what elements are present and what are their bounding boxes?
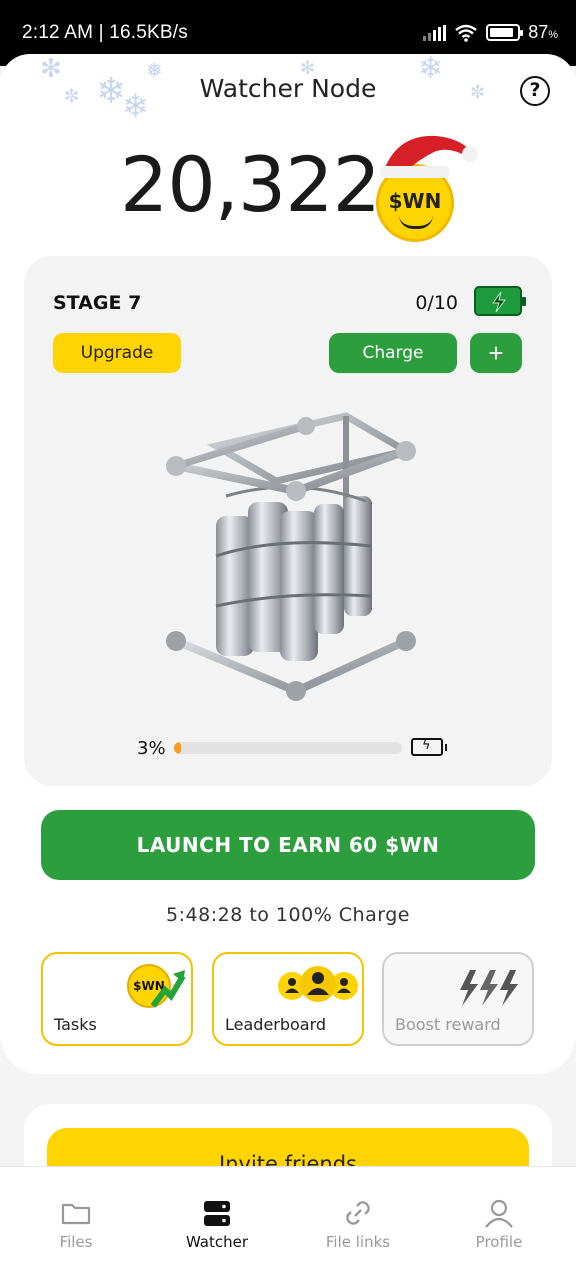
santa-hat-icon <box>380 135 478 178</box>
server-icon <box>204 1201 230 1226</box>
nav-files-label: Files <box>59 1233 93 1251</box>
signal-icon <box>423 24 447 41</box>
watcher-sheet: ✻ ❄ ✼ ❅ ❄ ✻ ❄ ✼ Watcher Node ? 20,322 $W… <box>0 54 576 1074</box>
nav-profile-label: Profile <box>475 1233 523 1251</box>
stage-label: STAGE 7 <box>53 292 142 314</box>
lightning-icon <box>460 970 518 1006</box>
boost-reward-label: Boost reward <box>395 1015 501 1034</box>
leaderboard-label: Leaderboard <box>225 1015 327 1034</box>
folder-icon <box>61 1203 91 1225</box>
question-circle-icon[interactable]: ? <box>520 76 550 106</box>
boost-reward-tile[interactable]: Boost reward <box>382 952 534 1046</box>
page-title: Watcher Node <box>199 74 377 103</box>
user-icon <box>485 1199 513 1228</box>
users-group-icon <box>278 966 358 1002</box>
upgrade-button[interactable]: Upgrade <box>53 333 181 373</box>
stage-card: STAGE 7 0/10 Upgrade Charge + 3% ϟ <box>24 256 552 786</box>
battery-percent: 87% <box>528 22 558 42</box>
charge-button[interactable]: Charge <box>329 333 457 373</box>
add-charge-button[interactable]: + <box>470 333 522 373</box>
link-icon <box>346 1201 370 1225</box>
progress-percent: 3% <box>137 738 166 759</box>
nav-watcher-label: Watcher <box>185 1233 249 1251</box>
nav-files[interactable]: Files <box>4 1167 148 1267</box>
nav-file-links-label: File links <box>325 1233 391 1251</box>
balance-amount: 20,322 <box>120 140 381 229</box>
bottom-nav: Files Watcher File links Profile <box>0 1166 576 1280</box>
wifi-icon <box>455 24 477 42</box>
nav-watcher[interactable]: Watcher <box>145 1167 289 1267</box>
node-machine-image <box>166 412 416 701</box>
status-icons: 87% <box>423 22 558 43</box>
leaderboard-tile[interactable]: Leaderboard <box>212 952 364 1046</box>
tasks-label: Tasks <box>54 1015 97 1034</box>
coin-label: $WN <box>388 189 442 213</box>
status-time: 2:12 AM | 16.5KB/s <box>22 22 188 43</box>
battery-bolt-icon: ϟ <box>411 738 447 756</box>
trend-up-icon <box>151 970 186 1008</box>
charge-count: 0/10 <box>415 292 458 314</box>
launch-button[interactable]: LAUNCH TO EARN 60 $WN <box>41 810 535 880</box>
charge-timer: 5:48:28 to 100% Charge <box>166 904 410 926</box>
battery-charging-icon <box>474 286 526 316</box>
nav-file-links[interactable]: File links <box>286 1167 430 1267</box>
charge-progress-bar <box>174 742 402 754</box>
charge-progress-fill <box>174 742 181 754</box>
battery-icon <box>486 24 524 41</box>
nav-profile[interactable]: Profile <box>427 1167 571 1267</box>
tasks-tile[interactable]: $WN Tasks <box>41 952 193 1046</box>
